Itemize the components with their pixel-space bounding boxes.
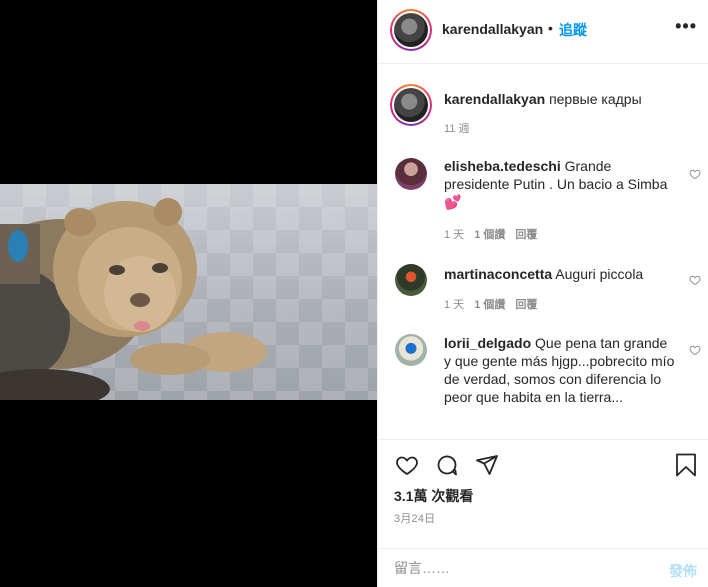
follow-button[interactable]: 追蹤 xyxy=(559,20,587,40)
like-heart-icon[interactable] xyxy=(689,168,701,180)
instagram-post-modal: karendallakyan • 追蹤 ••• karendallakyan п… xyxy=(0,0,708,587)
comment-meta: 1 天 1 個讚 回覆 xyxy=(444,226,537,242)
like-heart-icon[interactable] xyxy=(394,453,420,477)
view-count[interactable]: 3.1萬 次觀看 xyxy=(394,486,473,506)
media-pane xyxy=(0,0,377,587)
comment-text: martinaconcetta Auguri piccola xyxy=(444,265,676,283)
post-comment-button[interactable]: 發佈 xyxy=(669,561,697,581)
author-avatar[interactable] xyxy=(390,9,432,51)
like-heart-icon[interactable] xyxy=(689,274,701,286)
post-date: 3月24日 xyxy=(394,513,436,525)
post-actions: 3.1萬 次觀看 3月24日 發佈 xyxy=(378,439,708,587)
comment-username[interactable]: elisheba.tedeschi xyxy=(444,158,561,174)
post-header: karendallakyan • 追蹤 ••• xyxy=(378,0,708,64)
comment-likes[interactable]: 1 個讚 xyxy=(474,296,505,312)
caption-text: karendallakyan первые кадры xyxy=(444,91,694,107)
commenter-avatar[interactable] xyxy=(395,334,427,366)
separator-dot: • xyxy=(548,20,553,36)
comment-username[interactable]: lorii_delgado xyxy=(444,335,531,351)
commenter-avatar[interactable] xyxy=(395,264,427,296)
share-send-icon[interactable] xyxy=(474,453,500,477)
caption-username[interactable]: karendallakyan xyxy=(444,91,545,107)
view-count-number: 3.1萬 xyxy=(394,488,428,504)
comment-likes[interactable]: 1 個讚 xyxy=(474,226,505,242)
reply-button[interactable]: 回覆 xyxy=(515,296,537,312)
like-heart-icon[interactable] xyxy=(689,344,701,356)
caption-avatar[interactable] xyxy=(390,84,432,126)
add-comment-bar: 發佈 xyxy=(378,548,708,587)
comment-meta: 1 天 1 個讚 回覆 xyxy=(444,296,537,312)
comment-text: elisheba.tedeschi Grande presidente Puti… xyxy=(444,157,676,211)
comment-input[interactable] xyxy=(394,560,644,576)
bookmark-save-icon[interactable] xyxy=(675,453,697,477)
commenter-avatar[interactable] xyxy=(395,158,427,190)
comment-username[interactable]: martinaconcetta xyxy=(444,266,552,282)
comment-body: Auguri piccola xyxy=(555,266,644,282)
reply-button[interactable]: 回覆 xyxy=(515,226,537,242)
more-horizontal-icon[interactable]: ••• xyxy=(675,16,697,37)
caption-age: 11 週 xyxy=(444,123,470,135)
caption-body: первые кадры xyxy=(549,91,642,107)
comment-text: lorii_delgado Que pena tan grande y que … xyxy=(444,334,676,406)
comment-age: 1 天 xyxy=(444,229,465,241)
author-username[interactable]: karendallakyan xyxy=(442,21,543,37)
video-player[interactable] xyxy=(0,184,377,400)
comment-bubble-icon[interactable] xyxy=(434,453,460,477)
comment-age: 1 天 xyxy=(444,299,465,311)
post-details-panel: karendallakyan • 追蹤 ••• karendallakyan п… xyxy=(377,0,708,587)
view-count-label: 次觀看 xyxy=(431,488,474,504)
lion-cub-image xyxy=(0,198,267,400)
